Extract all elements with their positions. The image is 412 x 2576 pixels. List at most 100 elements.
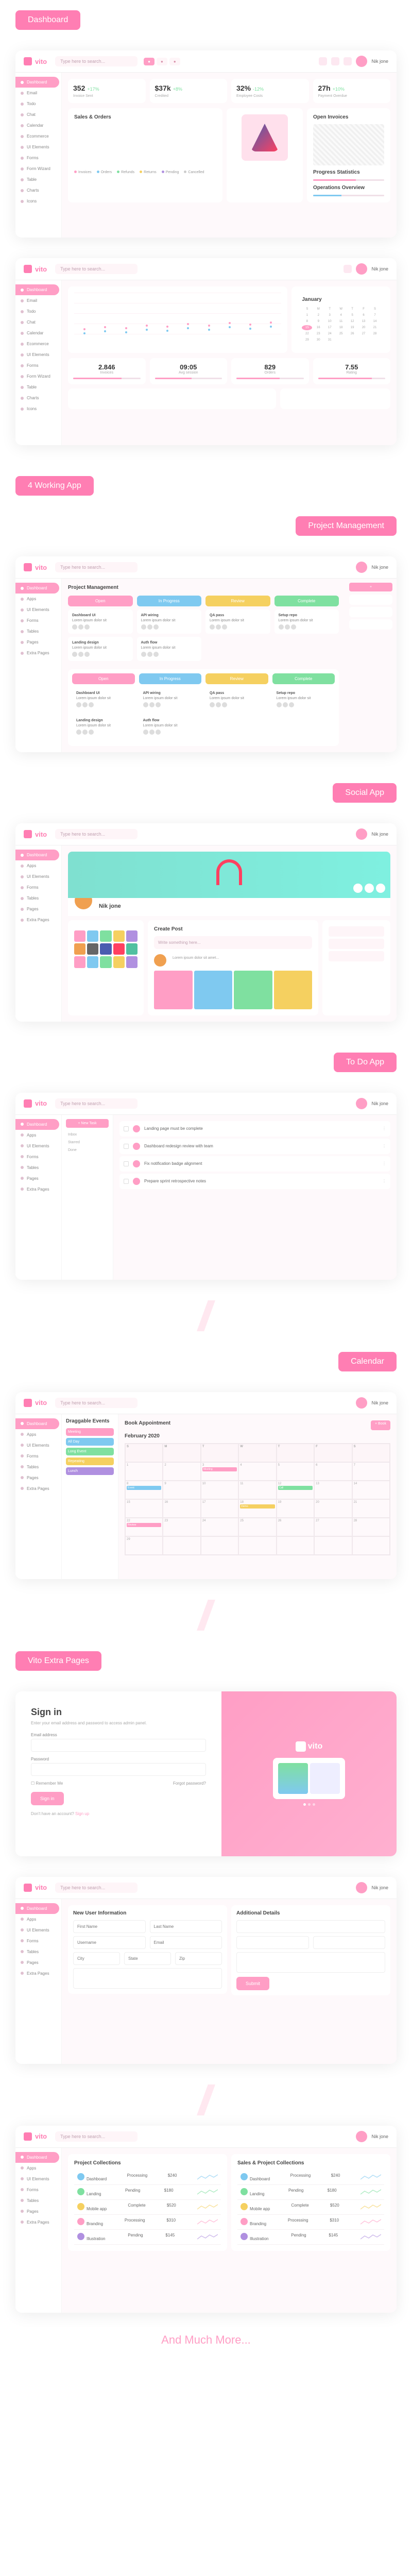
sidebar-item[interactable]: Pages [15, 1472, 61, 1483]
sidebar-item[interactable]: Dashboard [15, 284, 59, 295]
sidebar-item[interactable]: Todo [15, 98, 61, 109]
sidebar-item[interactable]: Tables [15, 2195, 61, 2206]
sidebar-item[interactable]: Forms [15, 360, 61, 371]
sidebar-item[interactable]: UI Elements [15, 142, 61, 152]
gallery-thumb[interactable] [113, 930, 125, 942]
task-card[interactable]: Auth flowLorem ipsum dolor sit [139, 715, 202, 739]
table-row[interactable]: BrandingProcessing$310 [237, 2215, 384, 2230]
chip[interactable]: ● [144, 58, 154, 65]
remember-checkbox[interactable]: ☐ Remember Me [31, 1781, 63, 1786]
sidebar-item[interactable]: Dashboard [15, 583, 59, 594]
sidebar-item[interactable]: Forms [15, 1451, 61, 1462]
signup-link[interactable]: Sign up [75, 1811, 89, 1816]
task-card[interactable]: QA passLorem ipsum dolor sit [205, 687, 268, 711]
forgot-link[interactable]: Forgot password? [173, 1781, 206, 1786]
task-card[interactable]: Landing designLorem ipsum dolor sit [72, 715, 135, 739]
search-input[interactable]: Type here to search... [55, 1398, 138, 1408]
sidebar-item[interactable]: Dashboard [15, 2152, 59, 2163]
calendar-grid[interactable]: SMTWTFS123Meeting45678Event9101112Call13… [125, 1443, 390, 1555]
sidebar-item[interactable]: Apps [15, 594, 61, 604]
todo-item[interactable]: Landing page must be complete⋮ [119, 1121, 390, 1137]
sidebar-item[interactable]: Dashboard [15, 77, 59, 88]
sidebar-item[interactable]: UI Elements [15, 349, 61, 360]
draggable-event[interactable]: Meeting [66, 1428, 114, 1436]
gallery-thumb[interactable] [100, 956, 111, 968]
sidebar-item[interactable]: Table [15, 382, 61, 393]
sidebar-item[interactable]: Apps [15, 1429, 61, 1440]
table-row[interactable]: IllustrationPending$145 [74, 2230, 221, 2245]
mail-icon[interactable] [344, 57, 352, 65]
search-input[interactable]: Type here to search... [55, 264, 138, 274]
sidebar-item[interactable]: Forms [15, 152, 61, 163]
gallery-thumb[interactable] [113, 956, 125, 968]
sidebar-item[interactable]: Pages [15, 1957, 61, 1968]
mini-calendar[interactable]: January SMTWTFS1234567891011121314151617… [298, 293, 384, 347]
gallery-thumb[interactable] [126, 930, 138, 942]
sidebar-item[interactable]: Forms [15, 1151, 61, 1162]
avatar[interactable] [356, 56, 367, 67]
sidebar-item[interactable]: Extra Pages [15, 2217, 61, 2228]
draggable-event[interactable]: All Day [66, 1438, 114, 1446]
search-input[interactable]: Type here to search... [55, 562, 138, 572]
chip[interactable]: ● [157, 58, 167, 65]
social-icon[interactable] [365, 884, 374, 893]
task-card[interactable]: API wiringLorem ipsum dolor sit [139, 687, 202, 711]
sidebar-item[interactable]: Extra Pages [15, 648, 61, 658]
gallery-thumb[interactable] [74, 956, 85, 968]
draggable-event[interactable]: Repeating [66, 1458, 114, 1465]
sidebar-item[interactable]: Apps [15, 860, 61, 871]
gallery-thumb[interactable] [100, 943, 111, 955]
sidebar-item[interactable]: Apps [15, 2163, 61, 2174]
task-card[interactable]: Auth flowLorem ipsum dolor sit [137, 637, 202, 661]
table-row[interactable]: BrandingProcessing$310 [74, 2215, 221, 2230]
checkbox[interactable] [124, 1126, 129, 1131]
sidebar-item[interactable]: UI Elements [15, 871, 61, 882]
sidebar-item[interactable]: Ecommerce [15, 338, 61, 349]
sidebar-item[interactable]: Charts [15, 185, 61, 196]
todo-item[interactable]: Prepare sprint retrospective notes⋮ [119, 1174, 390, 1189]
sidebar-item[interactable]: Extra Pages [15, 1184, 61, 1195]
task-card[interactable]: Setup repoLorem ipsum dolor sit [274, 609, 339, 634]
sidebar-item[interactable]: UI Elements [15, 2174, 61, 2184]
sidebar-item[interactable]: Forms [15, 1936, 61, 1946]
task-card[interactable]: Dashboard UILorem ipsum dolor sit [72, 687, 135, 711]
sidebar-item[interactable]: Apps [15, 1914, 61, 1925]
sidebar-item[interactable]: Pages [15, 1173, 61, 1184]
sidebar-item[interactable]: Chat [15, 109, 61, 120]
gallery-thumb[interactable] [126, 943, 138, 955]
post-input[interactable]: Write something here... [154, 936, 312, 949]
sidebar-item[interactable]: Calendar [15, 328, 61, 338]
checkbox[interactable] [124, 1179, 129, 1184]
gallery-thumb[interactable] [87, 956, 98, 968]
gallery-thumb[interactable] [126, 956, 138, 968]
draggable-event[interactable]: Lunch [66, 1467, 114, 1475]
address-field[interactable] [73, 1968, 222, 1989]
email-field[interactable] [31, 1739, 206, 1752]
sidebar-item[interactable]: Icons [15, 403, 61, 414]
sidebar-item[interactable]: UI Elements [15, 1925, 61, 1936]
sidebar-item[interactable]: Forms [15, 615, 61, 626]
sidebar-item[interactable]: Email [15, 88, 61, 98]
sidebar-item[interactable]: UI Elements [15, 1440, 61, 1451]
sidebar-item[interactable]: Dashboard [15, 1418, 59, 1429]
search-input[interactable]: Type here to search... [55, 56, 138, 66]
task-card[interactable]: Dashboard UILorem ipsum dolor sit [68, 609, 133, 634]
table-row[interactable]: Mobile appComplete$520 [74, 2200, 221, 2215]
sidebar-item[interactable]: Tables [15, 893, 61, 904]
sidebar-item[interactable]: Form Wizard [15, 371, 61, 382]
add-btn[interactable]: + [349, 583, 392, 591]
fname-field[interactable] [73, 1920, 146, 1933]
password-field[interactable] [31, 1763, 206, 1776]
sidebar-item[interactable]: Tables [15, 1162, 61, 1173]
task-card[interactable]: QA passLorem ipsum dolor sit [205, 609, 270, 634]
checkbox[interactable] [124, 1144, 129, 1149]
sidebar-item[interactable]: Icons [15, 196, 61, 207]
todo-item[interactable]: Fix notification badge alignment⋮ [119, 1156, 390, 1172]
bell-icon[interactable] [331, 57, 339, 65]
sidebar-item[interactable]: Form Wizard [15, 163, 61, 174]
sidebar-item[interactable]: Calendar [15, 120, 61, 131]
sidebar-item[interactable]: Ecommerce [15, 131, 61, 142]
avatar[interactable] [356, 263, 367, 275]
bell-icon[interactable] [344, 265, 352, 273]
table-row[interactable]: DashboardProcessing$240 [74, 2170, 221, 2185]
